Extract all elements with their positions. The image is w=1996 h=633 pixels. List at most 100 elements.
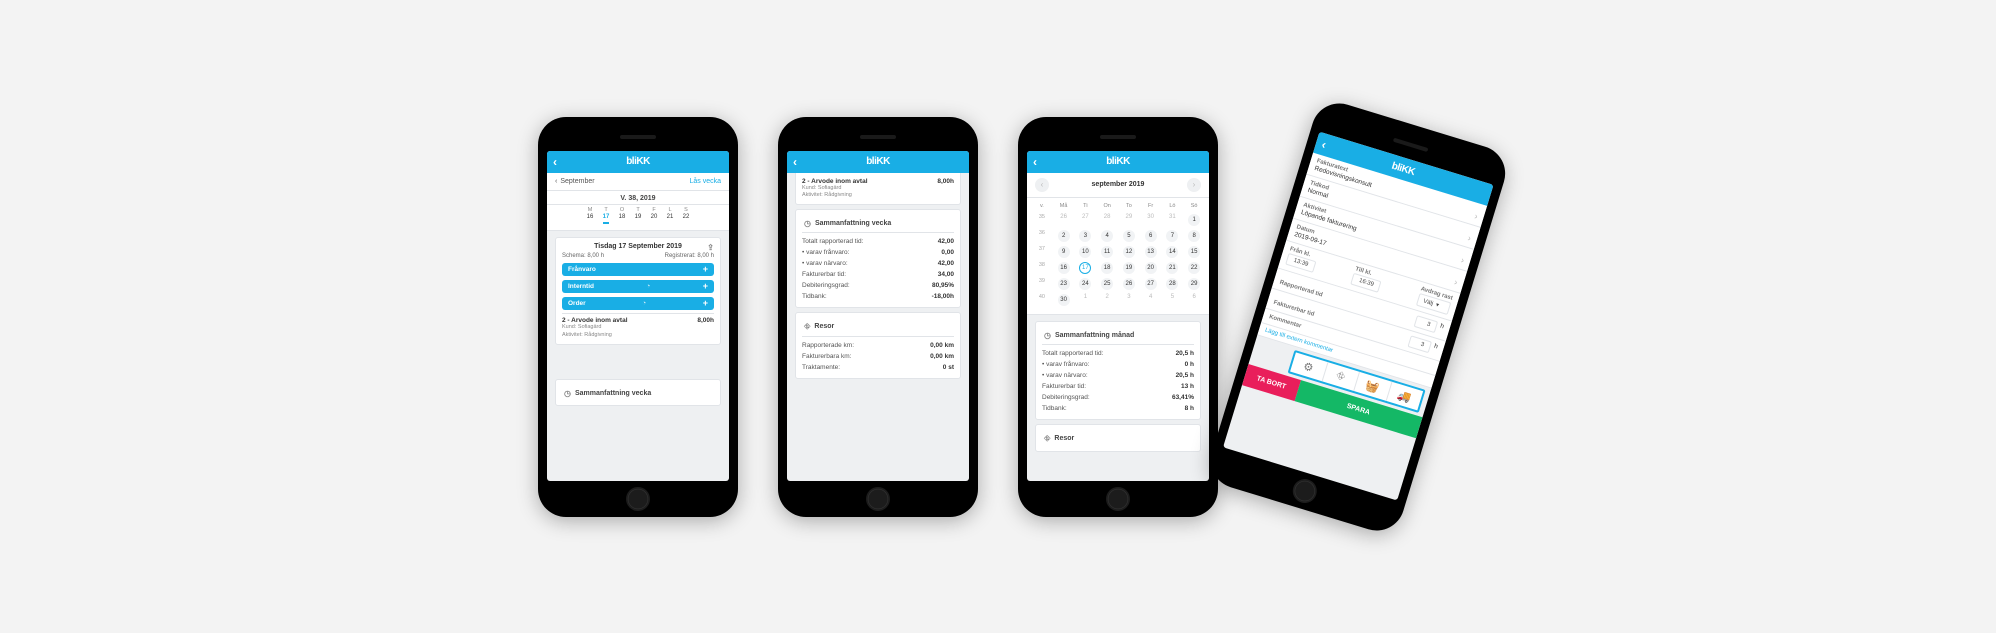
calendar-day-cell[interactable]: 28: [1096, 212, 1118, 228]
week-day-cell[interactable]: M16: [582, 207, 598, 225]
calendar-day-cell[interactable]: 31: [1162, 212, 1184, 228]
month-title: september 2019: [1092, 181, 1145, 188]
week-summary-card: ◷ Sammanfattning vecka Totalt rapportera…: [795, 209, 961, 308]
calendar-day-cell[interactable]: 1: [1075, 292, 1097, 308]
chevron-right-icon: ›: [1453, 276, 1459, 286]
summary-row: Fakturerbar tid:13 h: [1042, 381, 1194, 392]
week-day-cell[interactable]: F20: [646, 207, 662, 225]
category-pill[interactable]: Interntid◔+: [562, 280, 714, 293]
week-summary-label: Sammanfattning vecka: [575, 390, 651, 397]
category-pill[interactable]: Order◔+: [562, 297, 714, 310]
road-icon: ⛗: [1044, 434, 1050, 444]
calendar-day-cell[interactable]: 3: [1118, 292, 1140, 308]
calendar-day-cell[interactable]: 14: [1162, 244, 1184, 260]
month-back-link[interactable]: ‹ September: [555, 178, 595, 185]
time-entry[interactable]: 2 - Arvode inom avtal 8,00h Kund: Sofiag…: [562, 313, 714, 338]
phone-3-frame: ‹ bliKK ‹ september 2019 › v.MåTiOnToFrL…: [1018, 117, 1218, 517]
calendar-day-cell[interactable]: 6: [1183, 292, 1205, 308]
billable-time-unit: h: [1432, 342, 1439, 355]
calendar-day-cell[interactable]: 2: [1053, 228, 1075, 244]
calendar-day-cell[interactable]: 9: [1053, 244, 1075, 260]
week-number: 38: [1031, 260, 1053, 276]
calendar-day-cell[interactable]: 8: [1183, 228, 1205, 244]
calendar-day-cell[interactable]: 27: [1075, 212, 1097, 228]
calendar-day-cell[interactable]: 1: [1183, 212, 1205, 228]
calendar-day-cell[interactable]: 30: [1053, 292, 1075, 308]
sub-header: ‹ September Lås vecka: [547, 173, 729, 191]
entry-activity: Aktivitet: Rådgivning: [802, 192, 954, 199]
calendar-day-cell[interactable]: 25: [1096, 276, 1118, 292]
clock-icon: ◷: [804, 219, 811, 228]
calendar-day-cell[interactable]: 5: [1118, 228, 1140, 244]
registered-hours: Registrerat: 8,00 h: [665, 253, 714, 259]
calendar-day-cell[interactable]: 21: [1162, 260, 1184, 276]
calendar-day-cell[interactable]: 2: [1096, 292, 1118, 308]
calendar-day-cell[interactable]: 10: [1075, 244, 1097, 260]
billable-time-input[interactable]: 3: [1408, 335, 1433, 353]
week-summary-label: Sammanfattning vecka: [815, 220, 891, 227]
reported-time-input[interactable]: 3: [1414, 315, 1439, 333]
calendar-day-cell[interactable]: 7: [1162, 228, 1184, 244]
week-day-cell[interactable]: T19: [630, 207, 646, 225]
calendar-day-cell[interactable]: 4: [1096, 228, 1118, 244]
week-number: 40: [1031, 292, 1053, 308]
calendar-day-cell[interactable]: 3: [1075, 228, 1097, 244]
lock-week-link[interactable]: Lås vecka: [689, 178, 721, 185]
phone-1-screen: ‹ bliKK ‹ September Lås vecka V. 38, 201…: [547, 151, 729, 481]
summary-row: Rapporterade km:0,00 km: [802, 340, 954, 351]
basket-icon[interactable]: 🧺: [1353, 371, 1391, 400]
month-label: September: [560, 178, 594, 185]
back-icon[interactable]: ‹: [1033, 156, 1037, 168]
calendar-day-cell[interactable]: 26: [1053, 212, 1075, 228]
week-day-cell[interactable]: L21: [662, 207, 678, 225]
calendar-day-cell[interactable]: 30: [1140, 212, 1162, 228]
calendar-day-cell[interactable]: 22: [1183, 260, 1205, 276]
calendar-day-cell[interactable]: 24: [1075, 276, 1097, 292]
prev-month-button[interactable]: ‹: [1035, 178, 1049, 192]
summary-row: • varav närvaro:42,00: [802, 258, 954, 269]
calendar-day-cell[interactable]: 16: [1053, 260, 1075, 276]
week-day-cell[interactable]: T17: [598, 207, 614, 225]
app-header: ‹ bliKK: [1027, 151, 1209, 173]
entry-hours: 8,00h: [697, 317, 714, 324]
calendar-day-cell[interactable]: 13: [1140, 244, 1162, 260]
calendar-day-header: To: [1118, 201, 1140, 212]
deduct-break-value: Välj: [1423, 298, 1434, 307]
back-icon[interactable]: ‹: [553, 156, 557, 168]
entry-customer: Kund: Sofiagärd: [802, 185, 954, 192]
month-calendar: v.MåTiOnToFrLöSö352627282930311362345678…: [1027, 198, 1209, 315]
calendar-day-cell[interactable]: 26: [1118, 276, 1140, 292]
calendar-day-cell[interactable]: 27: [1140, 276, 1162, 292]
travel-label: Resor: [1054, 435, 1074, 442]
phone-4-screen: ‹ bliKK Fakturatext Redovisningskonsult …: [1223, 131, 1494, 500]
calendar-day-cell[interactable]: 29: [1183, 276, 1205, 292]
next-month-button[interactable]: ›: [1187, 178, 1201, 192]
calendar-day-cell[interactable]: 23: [1053, 276, 1075, 292]
chevron-right-icon: ›: [1467, 232, 1473, 242]
calendar-day-cell[interactable]: 4: [1140, 292, 1162, 308]
calendar-day-cell[interactable]: 6: [1140, 228, 1162, 244]
summary-row: Fakturerbara km:0,00 km: [802, 351, 954, 362]
back-icon[interactable]: ‹: [793, 156, 797, 168]
calendar-day-cell[interactable]: 28: [1162, 276, 1184, 292]
category-pill[interactable]: Frånvaro+: [562, 263, 714, 276]
calendar-day-cell[interactable]: 5: [1162, 292, 1184, 308]
calendar-day-header: Må: [1053, 201, 1075, 212]
week-day-cell[interactable]: O18: [614, 207, 630, 225]
week-day-cell[interactable]: S22: [678, 207, 694, 225]
road-icon[interactable]: ⛗: [1321, 361, 1359, 390]
chevron-right-icon: ›: [1473, 210, 1479, 220]
back-icon[interactable]: ‹: [1320, 138, 1327, 150]
schema-hours: Schema: 8,00 h: [562, 253, 604, 259]
calendar-day-cell[interactable]: 18: [1096, 260, 1118, 276]
calendar-day-cell[interactable]: 11: [1096, 244, 1118, 260]
calendar-day-cell[interactable]: 29: [1118, 212, 1140, 228]
calendar-day-cell[interactable]: 12: [1118, 244, 1140, 260]
calendar-day-cell[interactable]: 15: [1183, 244, 1205, 260]
calendar-day-cell[interactable]: 19: [1118, 260, 1140, 276]
share-icon[interactable]: ⇪: [707, 243, 714, 252]
calendar-day-cell[interactable]: 17: [1075, 260, 1097, 276]
calendar-day-cell[interactable]: 20: [1140, 260, 1162, 276]
summary-row: • varav frånvaro:0 h: [1042, 359, 1194, 370]
truck-icon[interactable]: 🚚: [1385, 381, 1423, 410]
